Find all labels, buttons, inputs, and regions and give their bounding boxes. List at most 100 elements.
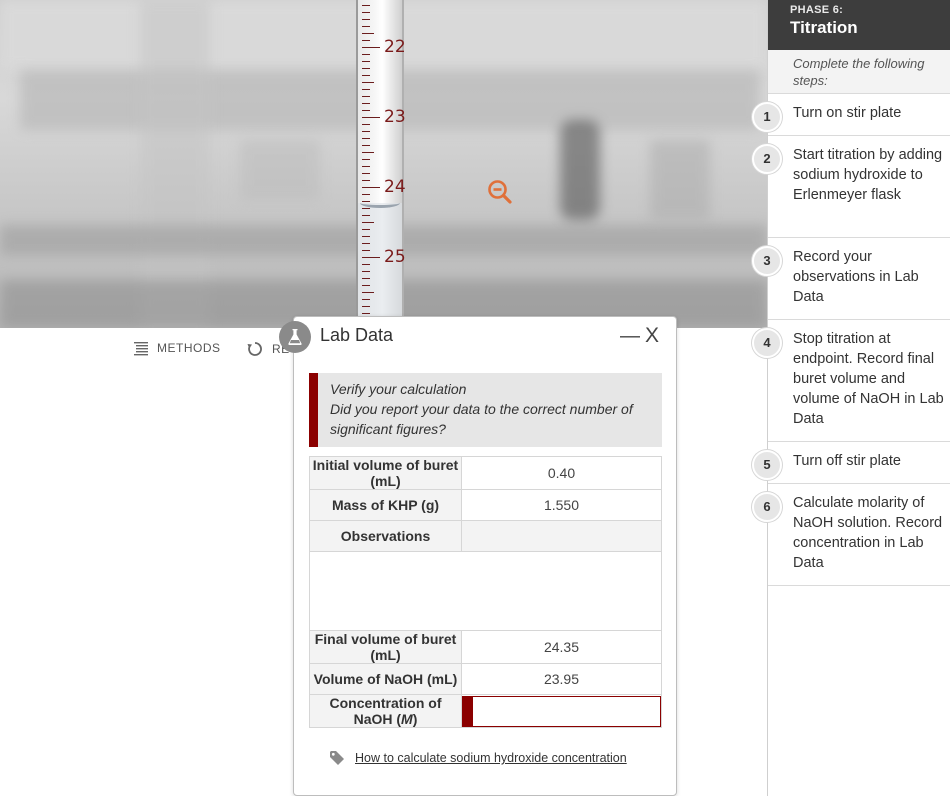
buret-minor-tick (362, 138, 370, 139)
initial-volume-label: Initial volume of buret (mL) (309, 456, 462, 490)
buret-minor-tick (362, 180, 370, 181)
buret-minor-tick (362, 75, 370, 76)
step-item: 4 Stop titration at endpoint. Record fin… (752, 320, 950, 442)
buret-minor-tick (362, 54, 370, 55)
buret-minor-tick (362, 229, 370, 230)
buret-minor-tick (362, 166, 370, 167)
step-number: 2 (752, 144, 782, 174)
buret-major-tick (362, 257, 380, 258)
buret-minor-tick (362, 215, 370, 216)
concentration-label-suffix: ) (412, 711, 418, 727)
step-text: Start titration by adding sodium hydroxi… (793, 147, 943, 203)
help-link-text[interactable]: How to calculate sodium hydroxide concen… (355, 751, 627, 765)
table-row: Initial volume of buret (mL) 0.40 (309, 456, 662, 490)
step-text: Turn off stir plate (793, 453, 901, 469)
buret-minor-tick (362, 271, 370, 272)
buret-minor-tick (362, 12, 370, 13)
steps-intro: Complete the following steps: (768, 50, 950, 94)
reset-icon (247, 342, 262, 356)
zoom-out-icon[interactable] (487, 179, 513, 205)
table-row (309, 551, 662, 631)
buret-minor-tick (362, 89, 370, 90)
buret-minor-tick (362, 250, 370, 251)
scene-background (560, 120, 600, 220)
close-button[interactable]: X (645, 324, 659, 348)
buret-minor-tick (362, 222, 374, 223)
concentration-input-wrapper (462, 695, 661, 727)
buret[interactable]: 22 23 24 25 (356, 0, 406, 328)
buret-major-tick (362, 47, 380, 48)
step-item: 2 Start titration by adding sodium hydro… (752, 136, 950, 238)
mass-khp-value: 1.550 (461, 489, 662, 521)
lab-data-dialog: Lab Data — X Verify your calculation Did… (279, 316, 677, 796)
buret-minor-tick (362, 5, 370, 6)
buret-major-tick (362, 117, 380, 118)
step-number: 5 (752, 450, 782, 480)
buret-meniscus (360, 198, 400, 208)
table-row: Observations (309, 520, 662, 552)
buret-minor-tick (362, 243, 370, 244)
step-text: Turn on stir plate (793, 105, 902, 121)
buret-minor-tick (362, 68, 370, 69)
phase-header: PHASE 6: Titration (768, 0, 950, 50)
final-volume-label: Final volume of buret (mL) (309, 630, 462, 664)
methods-label: METHODS (157, 341, 221, 355)
buret-minor-tick (362, 96, 370, 97)
buret-minor-tick (362, 40, 370, 41)
step-number: 1 (752, 102, 782, 132)
alert-heading: Verify your calculation (330, 381, 467, 397)
table-row: Concentration of NaOH (M) (309, 694, 662, 728)
observations-field[interactable] (309, 551, 662, 631)
error-indicator (463, 696, 473, 726)
buret-minor-tick (362, 131, 370, 132)
buret-minor-tick (362, 264, 370, 265)
dialog-title: Lab Data (320, 325, 394, 345)
buret-tick-label: 23 (384, 107, 406, 127)
help-link[interactable]: How to calculate sodium hydroxide concen… (329, 750, 627, 766)
methods-button[interactable]: METHODS (133, 340, 221, 356)
verify-alert: Verify your calculation Did you report y… (309, 373, 662, 447)
buret-major-tick (362, 187, 380, 188)
initial-volume-value: 0.40 (461, 456, 662, 490)
buret-minor-tick (362, 61, 370, 62)
concentration-label: Concentration of NaOH (M) (309, 694, 462, 728)
minimize-button[interactable]: — (620, 325, 640, 348)
buret-minor-tick (362, 194, 370, 195)
buret-tick-label: 22 (384, 37, 406, 57)
step-item: 6 Calculate molarity of NaOH solution. R… (752, 484, 950, 586)
observations-header-cell (461, 520, 662, 552)
flask-icon (279, 321, 311, 353)
phase-title: Titration (790, 18, 858, 37)
concentration-input[interactable] (473, 696, 660, 726)
buret-minor-tick (362, 285, 370, 286)
table-row: Mass of KHP (g) 1.550 (309, 489, 662, 521)
final-volume-value: 24.35 (461, 630, 662, 664)
buret-tick-label: 24 (384, 177, 406, 197)
buret-minor-tick (362, 26, 370, 27)
buret-minor-tick (362, 110, 370, 111)
concentration-label-prefix: Concentration of NaOH ( (329, 695, 442, 727)
step-item: 1 Turn on stir plate (752, 94, 950, 136)
buret-minor-tick (362, 19, 370, 20)
table-row: Volume of NaOH (mL) 23.95 (309, 663, 662, 695)
buret-minor-tick (362, 124, 370, 125)
buret-minor-tick (362, 173, 370, 174)
buret-minor-tick (362, 306, 370, 307)
tag-icon (330, 751, 344, 765)
volume-naoh-value: 23.95 (461, 663, 662, 695)
alert-message: Did you report your data to the correct … (330, 401, 633, 437)
buret-minor-tick (362, 82, 374, 83)
phase-label: PHASE 6: (790, 4, 844, 16)
step-number: 3 (752, 246, 782, 276)
step-number: 4 (752, 328, 782, 358)
concentration-unit: M (401, 711, 413, 727)
buret-minor-tick (362, 103, 370, 104)
buret-minor-tick (362, 236, 370, 237)
buret-minor-tick (362, 292, 374, 293)
step-item: 5 Turn off stir plate (752, 442, 950, 484)
mass-khp-label: Mass of KHP (g) (309, 489, 462, 521)
concentration-cell (461, 694, 662, 728)
lab-data-table: Initial volume of buret (mL) 0.40 Mass o… (309, 456, 662, 728)
buret-minor-tick (362, 201, 370, 202)
list-icon (134, 342, 148, 356)
